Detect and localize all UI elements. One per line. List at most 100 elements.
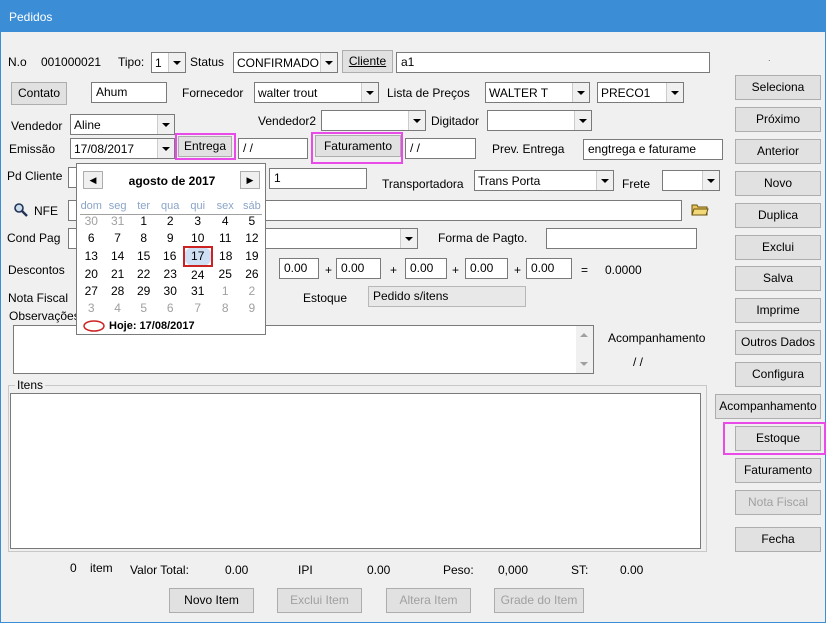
calendar-day[interactable]: 8	[212, 300, 239, 317]
imprime-button[interactable]: Imprime	[735, 298, 821, 323]
itens-list[interactable]	[10, 393, 701, 549]
lista-select[interactable]: WALTER T	[485, 82, 590, 103]
calendar-day[interactable]: 21	[105, 266, 131, 284]
search-icon[interactable]	[13, 202, 29, 218]
calendar-day[interactable]: 19	[239, 247, 265, 266]
configura-button[interactable]: Configura	[735, 362, 821, 387]
desconto-2-field[interactable]: 0.00	[336, 258, 381, 279]
chevron-down-icon[interactable]	[408, 111, 425, 130]
outros-dados-button[interactable]: Outros Dados	[735, 330, 821, 355]
chevron-down-icon[interactable]	[702, 171, 719, 190]
desconto-5-field[interactable]: 0.00	[526, 258, 572, 279]
fecha-button[interactable]: Fecha	[735, 527, 821, 552]
grade-item-button[interactable]: Grade do Item	[494, 588, 584, 613]
calendar-day[interactable]: 24	[184, 266, 212, 284]
chevron-down-icon[interactable]	[666, 83, 683, 102]
calendar-day[interactable]: 18	[212, 247, 239, 266]
cliente-button[interactable]: Cliente	[342, 50, 393, 73]
chevron-down-icon[interactable]	[574, 111, 591, 130]
calendar-day[interactable]: 14	[105, 247, 131, 266]
calendar-day[interactable]: 7	[184, 300, 212, 317]
calendar-day[interactable]: 9	[157, 230, 184, 248]
prev-month-button[interactable]: ◀	[83, 171, 103, 189]
estoque-button[interactable]: Estoque	[735, 426, 821, 451]
today-link[interactable]: Hoje: 17/08/2017	[109, 320, 195, 332]
forma-pagto-field[interactable]	[546, 228, 697, 249]
scroll-up-icon[interactable]	[580, 333, 588, 337]
calendar-day-selected[interactable]: 17	[182, 246, 213, 267]
chevron-down-icon[interactable]	[596, 171, 613, 190]
desconto-3-field[interactable]: 0.00	[405, 258, 447, 279]
scroll-down-icon[interactable]	[580, 362, 588, 366]
calendar-day[interactable]: 1	[212, 283, 239, 300]
tipo-select[interactable]: 1	[151, 52, 186, 73]
vendedor-select[interactable]: Aline	[70, 114, 175, 135]
emissao-date-picker[interactable]: 17/08/2017	[70, 138, 175, 159]
calendar-day[interactable]: 1	[131, 213, 157, 230]
calendar-day[interactable]: 20	[78, 266, 105, 284]
transportadora-select[interactable]: Trans Porta	[474, 170, 614, 191]
folder-icon[interactable]	[691, 200, 709, 218]
chevron-down-icon[interactable]	[320, 53, 337, 72]
calendar-day[interactable]: 5	[131, 300, 157, 317]
salva-button[interactable]: Salva	[735, 266, 821, 291]
pd-cliente-number-field[interactable]: 1	[269, 168, 367, 189]
faturamento-field[interactable]: / /	[405, 138, 476, 159]
calendar-day[interactable]: 15	[131, 247, 157, 266]
chevron-down-icon[interactable]	[400, 229, 417, 248]
status-select[interactable]: CONFIRMADO	[233, 52, 338, 73]
exclui-item-button[interactable]: Exclui Item	[277, 588, 362, 613]
calendar-day[interactable]: 13	[78, 247, 105, 266]
fornecedor-select[interactable]: walter trout	[254, 82, 379, 103]
calendar-day[interactable]: 3	[78, 300, 105, 317]
calendar-day[interactable]: 12	[239, 230, 265, 248]
anterior-button[interactable]: Anterior	[735, 139, 821, 164]
preco-select[interactable]: PRECO1	[597, 82, 684, 103]
calendar-day[interactable]: 5	[239, 213, 265, 230]
calendar-day[interactable]: 6	[78, 230, 105, 248]
entrega-field[interactable]: / /	[238, 138, 308, 159]
cliente-field[interactable]: a1	[396, 52, 710, 73]
vendedor2-select[interactable]	[321, 110, 426, 131]
calendar-day[interactable]: 25	[212, 266, 239, 284]
calendar-day[interactable]: 7	[105, 230, 131, 248]
desconto-1-field[interactable]: 0.00	[279, 258, 319, 279]
calendar-day[interactable]: 4	[105, 300, 131, 317]
contato-field[interactable]: Ahum	[91, 82, 167, 103]
acompanhamento-button[interactable]: Acompanhamento	[715, 394, 821, 419]
contato-button[interactable]: Contato	[11, 82, 67, 105]
calendar-day[interactable]: 29	[131, 283, 157, 300]
calendar-day[interactable]: 30	[78, 213, 105, 230]
calendar-day[interactable]: 3	[184, 213, 212, 230]
chevron-down-icon[interactable]	[157, 115, 174, 134]
calendar-day[interactable]: 22	[131, 266, 157, 284]
calendar-day[interactable]: 30	[157, 283, 184, 300]
calendar-day[interactable]: 26	[239, 266, 265, 284]
scrollbar[interactable]	[576, 326, 593, 373]
exclui-button[interactable]: Exclui	[735, 235, 821, 260]
next-month-button[interactable]: ▶	[240, 171, 260, 189]
faturamento-button[interactable]: Faturamento	[735, 458, 821, 483]
calendar-day[interactable]: 4	[212, 213, 239, 230]
novo-item-button[interactable]: Novo Item	[169, 588, 254, 613]
chevron-down-icon[interactable]	[168, 53, 185, 72]
calendar-day[interactable]: 16	[157, 247, 184, 266]
calendar-day[interactable]: 31	[184, 283, 212, 300]
proximo-button[interactable]: Próximo	[735, 107, 821, 132]
prev-entrega-field[interactable]: engtrega e faturame	[583, 139, 723, 160]
calendar-day[interactable]: 6	[157, 300, 184, 317]
chevron-down-icon[interactable]	[157, 139, 174, 158]
calendar-day[interactable]: 28	[105, 283, 131, 300]
desconto-4-field[interactable]: 0.00	[465, 258, 508, 279]
chevron-down-icon[interactable]	[361, 83, 378, 102]
calendar-day[interactable]: 9	[239, 300, 265, 317]
calendar-day[interactable]: 2	[157, 213, 184, 230]
calendar-day[interactable]: 23	[157, 266, 184, 284]
altera-item-button[interactable]: Altera Item	[386, 588, 471, 613]
digitador-select[interactable]	[487, 110, 592, 131]
calendar-day[interactable]: 8	[131, 230, 157, 248]
seleciona-button[interactable]: Seleciona	[735, 75, 821, 100]
chevron-down-icon[interactable]	[572, 83, 589, 102]
calendar-day[interactable]: 10	[184, 230, 212, 248]
calendar-day[interactable]: 11	[212, 230, 239, 248]
